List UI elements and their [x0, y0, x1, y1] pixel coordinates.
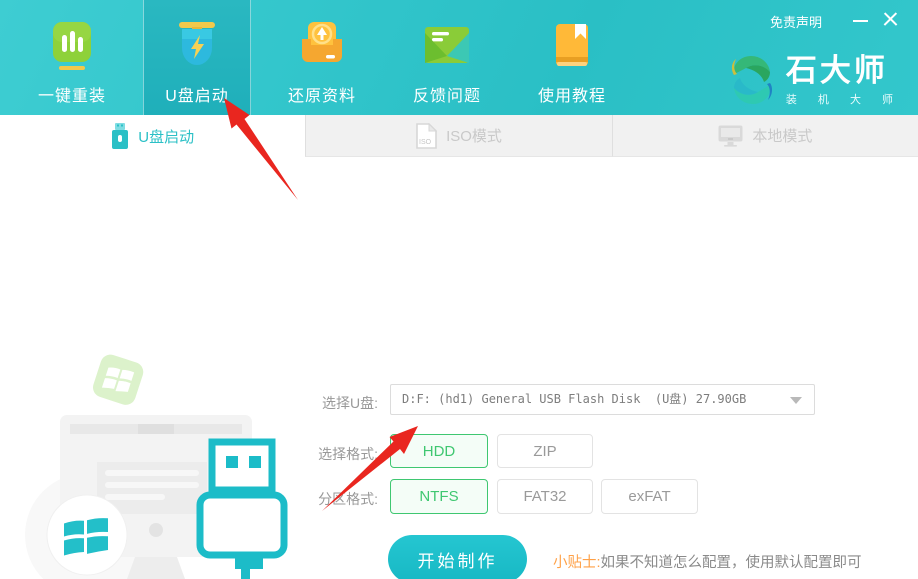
usb-computer-illustration: [25, 332, 325, 579]
partition-option-fat32[interactable]: FAT32: [497, 479, 593, 514]
minimize-icon[interactable]: [853, 20, 868, 22]
book-icon: [548, 22, 596, 70]
partition-option-exfat[interactable]: exFAT: [601, 479, 698, 514]
format-label: 选择格式:: [298, 444, 378, 464]
envelope-icon: [423, 22, 471, 70]
tab-label: 本地模式: [752, 125, 812, 146]
brand-swirl-icon: [728, 53, 776, 107]
tab-label: ISO模式: [446, 125, 502, 146]
svg-text:ISO: ISO: [419, 139, 432, 146]
format-option-hdd[interactable]: HDD: [390, 434, 488, 468]
usb-select-label: 选择U盘:: [298, 393, 378, 413]
main-content: 选择U盘: D:F: (hd1) General USB Flash Disk …: [0, 157, 918, 579]
main-nav: 一键重装 U盘启动: [18, 0, 626, 115]
brand-name: 石大师: [786, 54, 902, 88]
brand-subtitle: 装 机 大 师: [786, 91, 902, 107]
tab-local-mode[interactable]: 本地模式: [612, 115, 918, 157]
iso-file-icon: ISO: [416, 123, 437, 149]
nav-label: 反馈问题: [413, 82, 481, 106]
usb-select-dropdown[interactable]: D:F: (hd1) General USB Flash Disk (U盘) 2…: [390, 384, 815, 415]
windows-tile-icon: [90, 352, 145, 407]
chart-bars-icon: [48, 22, 96, 70]
nav-item-tutorial[interactable]: 使用教程: [518, 0, 626, 115]
mode-tabs: U盘启动 ISO ISO模式 本地模式: [0, 115, 918, 157]
nav-item-reinstall[interactable]: 一键重装: [18, 0, 126, 115]
partition-label: 分区格式:: [298, 489, 378, 509]
start-create-button[interactable]: 开始制作: [388, 535, 527, 579]
tab-iso-mode[interactable]: ISO ISO模式: [305, 115, 611, 157]
tab-label: U盘启动: [138, 126, 194, 147]
close-icon[interactable]: [883, 12, 898, 27]
format-option-zip[interactable]: ZIP: [497, 434, 593, 468]
nav-label: 使用教程: [538, 82, 606, 106]
partition-option-ntfs[interactable]: NTFS: [390, 479, 488, 514]
tab-usb-boot[interactable]: U盘启动: [0, 115, 305, 157]
nav-item-usb-boot[interactable]: U盘启动: [143, 0, 251, 115]
usb-drive-icon: [111, 123, 129, 150]
restore-box-icon: [298, 22, 346, 70]
tip-text: 小贴士:如果不知道怎么配置，使用默认配置即可: [553, 551, 862, 572]
brand-text: 石大师 装 机 大 师: [786, 54, 902, 107]
chevron-down-icon: [790, 397, 802, 404]
disclaimer-link[interactable]: 免责声明: [770, 12, 822, 31]
nav-item-restore-data[interactable]: 还原资料: [268, 0, 376, 115]
monitor-icon: [718, 125, 743, 147]
brand-logo: 石大师 装 机 大 师: [728, 53, 902, 107]
nav-label: 一键重装: [38, 82, 106, 106]
titlebar: 一键重装 U盘启动: [0, 0, 918, 115]
nav-label: U盘启动: [165, 82, 229, 106]
tip-prefix: 小贴士:: [553, 555, 601, 571]
shield-lightning-icon: [173, 22, 221, 70]
app-window: 一键重装 U盘启动: [0, 0, 918, 579]
usb-select-value: D:F: (hd1) General USB Flash Disk (U盘) 2…: [402, 385, 746, 414]
nav-label: 还原资料: [288, 82, 356, 106]
nav-item-feedback[interactable]: 反馈问题: [393, 0, 501, 115]
